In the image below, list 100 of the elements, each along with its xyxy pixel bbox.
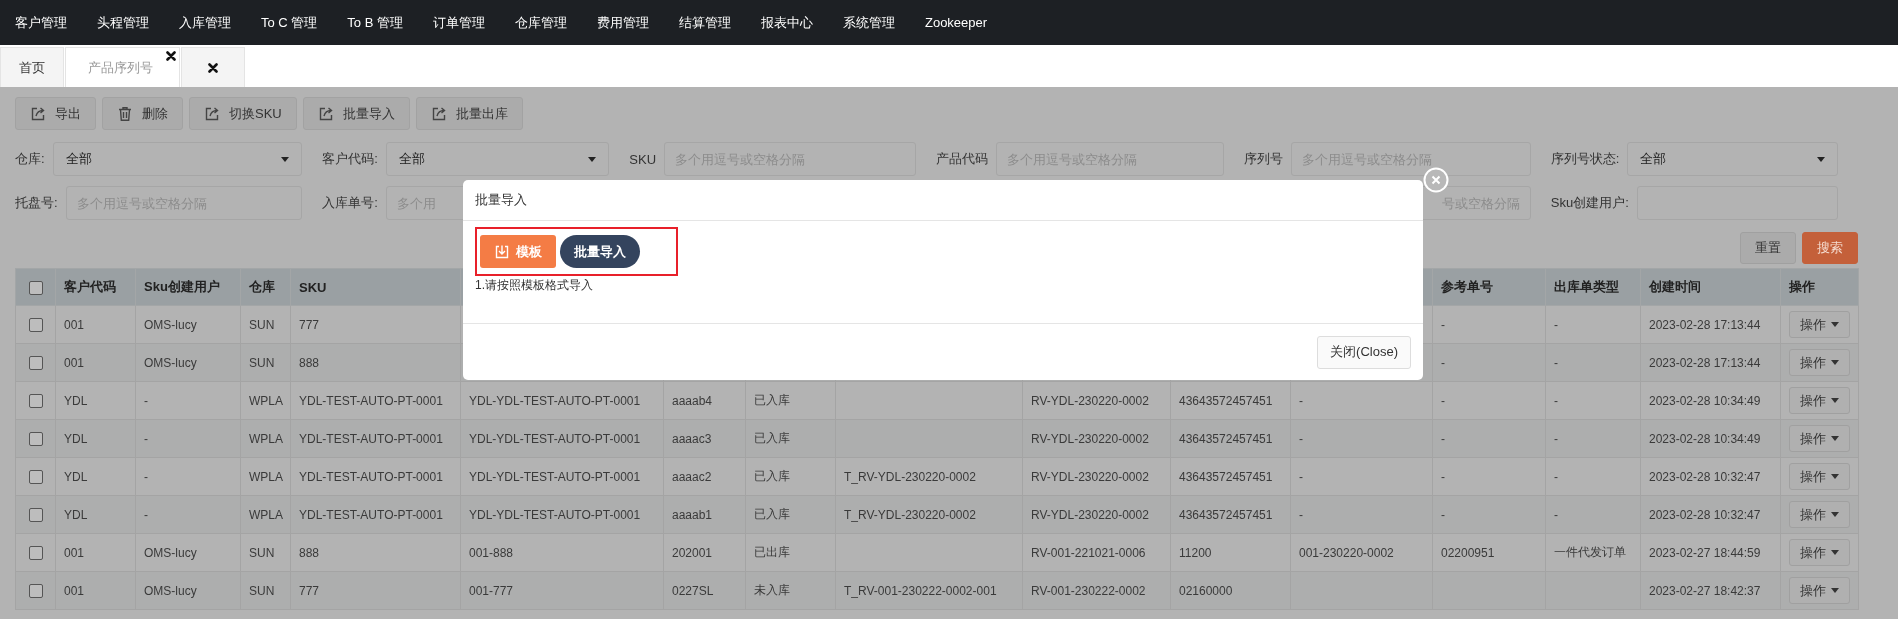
action-button[interactable]: 操作 <box>1789 463 1850 490</box>
table-cell: RV-YDL-230220-0002 <box>1031 431 1149 446</box>
table-cell: - <box>1554 393 1558 408</box>
table-cell: YDL-YDL-TEST-AUTO-PT-0001 <box>469 469 641 484</box>
close-button[interactable]: 关闭(Close) <box>1317 335 1411 369</box>
table-cell: RV-YDL-230220-0002 <box>1031 469 1149 484</box>
dropdown-field[interactable]: 全部 <box>52 142 303 176</box>
table-cell: T_RV-YDL-230220-0002 <box>844 507 976 522</box>
action-button[interactable]: 操作 <box>1789 387 1850 414</box>
table-cell: RV-001-230222-0002 <box>1031 583 1146 598</box>
nav-item[interactable]: To B 管理 <box>332 13 418 32</box>
table-cell: 已入库 <box>754 393 790 407</box>
checkbox[interactable] <box>28 431 43 446</box>
checkbox[interactable] <box>28 317 43 332</box>
checkbox[interactable] <box>28 280 43 295</box>
column-header: 参考单号 <box>1441 279 1493 294</box>
tab[interactable]: 首页 <box>0 47 64 87</box>
toolbar-button[interactable]: 切换SKU <box>189 97 297 130</box>
table-cell: - <box>1299 393 1303 408</box>
table-cell: 777 <box>299 317 320 332</box>
caret-icon <box>1831 322 1839 327</box>
toolbar-button[interactable]: 导出 <box>15 97 96 130</box>
toolbar-button[interactable]: 批量出库 <box>415 97 523 130</box>
nav-item[interactable]: 报表中心 <box>745 13 828 32</box>
export-icon <box>204 105 220 122</box>
nav-item[interactable]: 仓库管理 <box>499 13 582 32</box>
action-button[interactable]: 操作 <box>1789 311 1850 338</box>
nav-item[interactable]: 订单管理 <box>417 13 500 32</box>
table-cell: YDL <box>64 431 88 446</box>
table-cell: 2023-02-27 18:44:59 <box>1649 545 1761 560</box>
field-label: 入库单号: <box>322 194 378 212</box>
table-cell: 已入库 <box>754 469 790 483</box>
table-cell: 11200 <box>1179 545 1212 560</box>
table-cell: 2023-02-28 17:13:44 <box>1649 355 1761 370</box>
field-label: 仓库: <box>15 150 45 168</box>
nav-item[interactable]: To C 管理 <box>246 13 333 32</box>
close-icon[interactable] <box>166 51 176 61</box>
checkbox[interactable] <box>28 545 43 560</box>
column-header: 仓库 <box>249 279 275 294</box>
table-cell: - <box>1554 317 1558 332</box>
table-cell: aaaab4 <box>672 393 713 408</box>
table-cell: - <box>1554 431 1558 446</box>
action-button[interactable]: 操作 <box>1789 577 1850 604</box>
nav-item[interactable]: 费用管理 <box>581 13 664 32</box>
toolbar-button[interactable]: 批量导入 <box>302 97 410 130</box>
nav-item[interactable]: Zookeeper <box>909 15 1003 30</box>
dropdown-field[interactable]: 全部 <box>385 142 610 176</box>
action-button[interactable]: 操作 <box>1789 501 1850 528</box>
column-header: 操作 <box>1789 279 1815 294</box>
field-label: 序列号 <box>1243 150 1283 168</box>
nav-item[interactable]: 结算管理 <box>663 13 746 32</box>
table-cell: SUN <box>249 545 275 560</box>
table-cell: 已入库 <box>754 507 790 521</box>
table-cell: 888 <box>299 545 320 560</box>
nav-item[interactable]: 客户管理 <box>0 13 82 32</box>
action-button[interactable]: 操作 <box>1789 539 1850 566</box>
export-icon <box>30 105 46 122</box>
table-cell: aaaac2 <box>672 469 712 484</box>
table-cell: 43643572457451 <box>1179 469 1273 484</box>
checkbox[interactable] <box>28 469 43 484</box>
table-cell: 2023-02-28 10:34:49 <box>1649 393 1761 408</box>
checkbox[interactable] <box>28 507 43 522</box>
nav-item[interactable]: 头程管理 <box>82 13 164 32</box>
checkbox[interactable] <box>28 583 43 598</box>
table-cell: 43643572457451 <box>1179 507 1273 522</box>
table-cell: YDL-TEST-AUTO-PT-0001 <box>299 469 443 484</box>
action-button[interactable]: 操作 <box>1789 425 1850 452</box>
table-cell: OMS-lucy <box>144 355 197 370</box>
caret-icon <box>1831 588 1839 593</box>
checkbox[interactable] <box>28 393 43 408</box>
table-cell: SUN <box>249 583 275 598</box>
table-cell: - <box>1441 317 1445 332</box>
table-cell: OMS-lucy <box>144 317 197 332</box>
field-label: SKU <box>629 151 657 167</box>
dropdown-field[interactable]: 全部 <box>1627 142 1838 176</box>
toolbar-button[interactable]: 删除 <box>102 97 183 130</box>
nav-item[interactable]: 入库管理 <box>164 13 246 32</box>
table-cell: RV-YDL-230220-0002 <box>1031 507 1149 522</box>
nav-item[interactable]: 系统管理 <box>827 13 910 32</box>
table-cell: 2023-02-28 10:32:47 <box>1649 469 1761 484</box>
caret-icon <box>1817 156 1825 162</box>
table-cell: 02160000 <box>1179 583 1233 598</box>
table-cell: - <box>144 469 148 484</box>
table-cell: - <box>1441 393 1445 408</box>
table-cell: 已入库 <box>754 431 790 445</box>
import-button[interactable]: 批量导入 <box>560 235 640 268</box>
table-cell: T_RV-001-230222-0002-001 <box>844 583 997 598</box>
table-cell: - <box>1554 507 1558 522</box>
action-button[interactable]: 操作 <box>1789 349 1850 376</box>
reset-button[interactable]: 重置 <box>1740 232 1796 264</box>
table-cell: - <box>144 393 148 408</box>
table-cell: 已出库 <box>754 545 790 559</box>
table-cell: 001-888 <box>469 545 514 560</box>
table-cell: 001 <box>64 583 85 598</box>
table-cell: 001-230220-0002 <box>1299 545 1394 560</box>
close-icon[interactable] <box>208 62 218 73</box>
checkbox[interactable] <box>28 355 43 370</box>
table-cell: 2023-02-27 18:42:37 <box>1649 583 1761 598</box>
instruction-text: 1.请按照模板格式导入 <box>475 277 593 294</box>
table-cell: YDL-TEST-AUTO-PT-0001 <box>299 431 443 446</box>
